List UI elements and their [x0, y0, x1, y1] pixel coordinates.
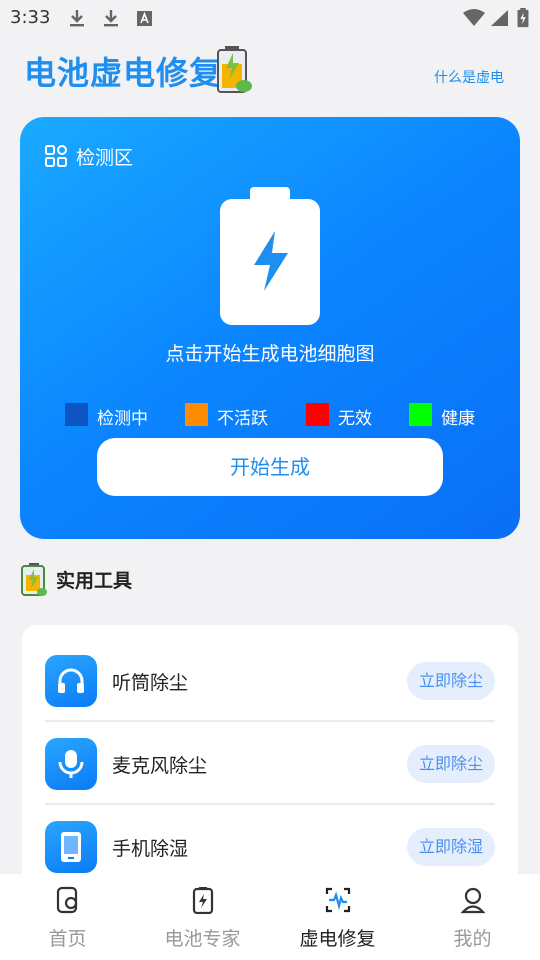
- legend-swatch: [409, 403, 432, 426]
- home-icon: [56, 886, 78, 914]
- tools-section-title: 实用工具: [56, 570, 133, 592]
- page-title: 电池虚电修复: [24, 54, 223, 92]
- dust-clean-button[interactable]: 立即除尘: [407, 662, 495, 700]
- nav-label: 电池专家: [164, 928, 241, 950]
- grid-apps-icon: [45, 145, 67, 167]
- nav-battery-expert[interactable]: 电池专家: [135, 874, 270, 960]
- dust-clean-button[interactable]: 立即除尘: [407, 745, 495, 783]
- nav-virtual-repair[interactable]: 虚电修复: [270, 874, 405, 960]
- legend-swatch: [185, 403, 208, 426]
- nav-label: 我的: [453, 928, 492, 950]
- signal-icon: [491, 10, 508, 26]
- what-is-virtual-power-link[interactable]: 什么是虚电: [434, 67, 504, 87]
- nav-home[interactable]: 首页: [0, 874, 135, 960]
- status-bar: 3:33: [0, 0, 540, 38]
- start-generate-button[interactable]: 开始生成: [97, 438, 443, 496]
- battery-tools-icon: [21, 563, 47, 596]
- tool-row-microphone[interactable]: 麦克风除尘 立即除尘: [45, 723, 495, 805]
- phone-icon: [45, 821, 97, 873]
- tool-name: 手机除湿: [112, 838, 189, 860]
- dehumidify-button[interactable]: 立即除湿: [407, 828, 495, 866]
- legend-label: 检测中: [97, 409, 148, 429]
- legend-label: 健康: [441, 409, 475, 429]
- download-icon: [70, 10, 84, 27]
- bottom-nav: 首页 电池专家 虚电修复 我的: [0, 874, 540, 960]
- generate-hint: 点击开始生成电池细胞图: [165, 343, 375, 365]
- legend-label: 无效: [338, 409, 372, 429]
- battery-charge-icon[interactable]: [220, 187, 320, 325]
- scan-icon: [325, 887, 351, 913]
- battery-leaf-icon: [217, 46, 252, 93]
- divider: [45, 803, 495, 805]
- nav-label: 虚电修复: [299, 928, 376, 950]
- tool-name: 麦克风除尘: [112, 755, 208, 777]
- nav-label: 首页: [48, 928, 87, 950]
- legend-label: 不活跃: [217, 409, 268, 429]
- wifi-icon: [463, 9, 485, 26]
- font-notification-icon: [137, 11, 152, 26]
- tools-card: 听筒除尘 立即除尘 麦克风除尘 立即除尘 手机除湿 立即除湿: [22, 625, 518, 885]
- legend-swatch: [65, 403, 88, 426]
- detection-area-label: 检测区: [76, 147, 134, 169]
- microphone-icon: [45, 738, 97, 790]
- tool-row-earpiece[interactable]: 听筒除尘 立即除尘: [45, 640, 495, 722]
- status-time: 3:33: [10, 7, 51, 28]
- battery-status-icon: [517, 8, 529, 28]
- download-icon: [104, 10, 118, 27]
- detection-card: 检测区 点击开始生成电池细胞图 检测中 不活跃 无效 健康 开始生成: [20, 117, 520, 539]
- battery-icon: [192, 887, 214, 914]
- nav-mine[interactable]: 我的: [405, 874, 540, 960]
- divider: [45, 720, 495, 722]
- headphones-icon: [45, 655, 97, 707]
- user-icon: [460, 887, 486, 914]
- legend-swatch: [306, 403, 329, 426]
- tool-name: 听筒除尘: [112, 672, 189, 694]
